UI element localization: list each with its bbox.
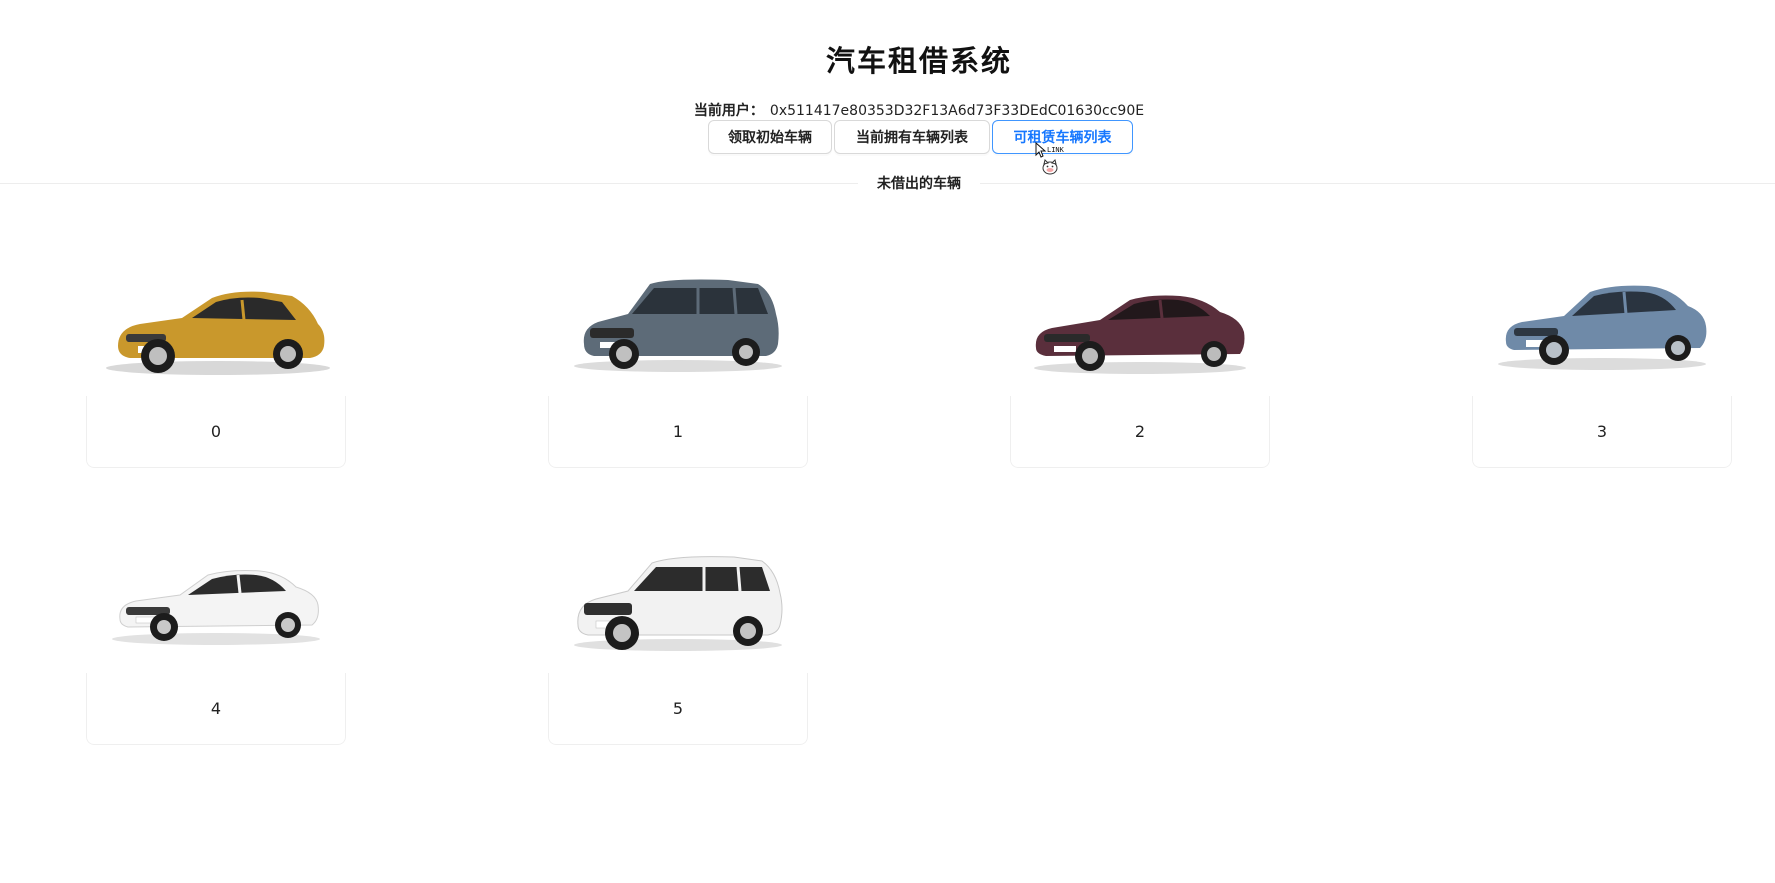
mpv-icon (574, 279, 782, 372)
section-title: 未借出的车辆 (877, 176, 961, 192)
current-user-label: 当前用户： (693, 103, 764, 119)
car-image (1472, 248, 1732, 396)
pet-icon (1042, 159, 1058, 175)
current-user-address: 0x511417e80353D32F13A6d73F33DEdC01630cc9… (769, 103, 1145, 119)
current-user-line: 当前用户： 0x511417e80353D32F13A6d73F33DEdC016… (0, 100, 1775, 120)
sedan-icon (1034, 295, 1246, 374)
sedan-icon (112, 570, 320, 645)
claim-initial-car-button[interactable]: 领取初始车辆 (708, 120, 832, 154)
car-card[interactable]: 0 (86, 248, 346, 468)
hatchback-icon (106, 291, 330, 375)
car-image (86, 248, 346, 396)
car-id: 1 (548, 396, 808, 468)
car-card[interactable]: 3 (1472, 248, 1732, 468)
car-card[interactable]: 1 (548, 248, 808, 468)
cursor-tooltip: LINK (1047, 146, 1065, 154)
cursor-icon: LINK (1033, 141, 1073, 181)
suv-icon (574, 556, 783, 651)
car-image (548, 248, 808, 396)
car-image (1010, 248, 1270, 396)
page: 汽车租借系统 当前用户： 0x511417e80353D32F13A6d73F33… (0, 0, 1775, 883)
page-title: 汽车租借系统 (825, 44, 1012, 78)
owned-cars-list-button[interactable]: 当前拥有车辆列表 (834, 120, 990, 154)
car-id: 0 (86, 396, 346, 468)
car-id: 4 (86, 673, 346, 745)
car-id: 2 (1010, 396, 1270, 468)
car-card[interactable]: 5 (548, 525, 808, 745)
car-card[interactable]: 2 (1010, 248, 1270, 468)
car-image (548, 525, 808, 673)
car-id: 3 (1472, 396, 1732, 468)
car-id: 5 (548, 673, 808, 745)
section-divider: 未借出的车辆 (0, 176, 1775, 192)
car-card[interactable]: 4 (86, 525, 346, 745)
car-image (86, 525, 346, 673)
sedan-icon (1498, 285, 1707, 370)
